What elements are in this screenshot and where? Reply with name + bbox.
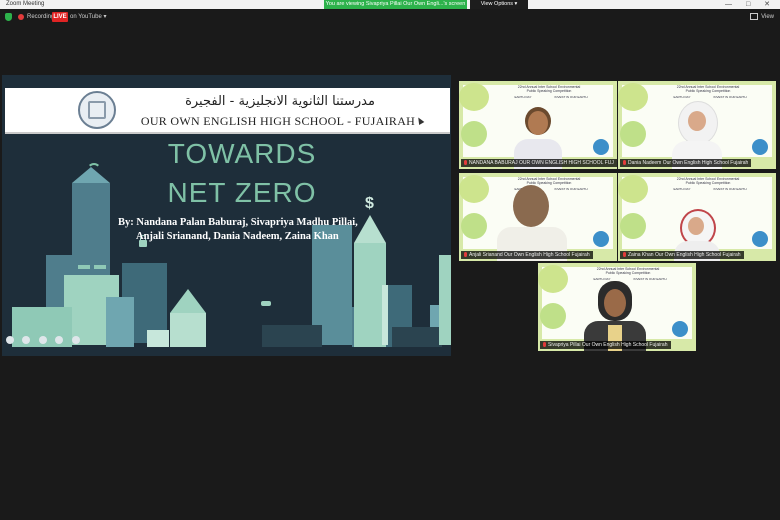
wifi-icon <box>87 163 101 177</box>
window-controls[interactable]: — □ ✕ <box>725 0 776 9</box>
earth-icon <box>752 139 768 155</box>
tile-subhead-left: EARTH DAY <box>514 95 532 99</box>
tile-subhead-left: EARTH DAY <box>673 95 691 99</box>
tile-header-line2: Public Speaking Competition <box>685 181 731 185</box>
prev-slide-icon[interactable] <box>6 336 14 344</box>
mic-muted-icon <box>623 160 626 166</box>
slide-title-line-1: TOWARDS <box>167 138 317 169</box>
view-options-button[interactable]: View Options ▾ <box>470 0 528 9</box>
tile-subhead-right: INVEST IN OUR EARTH <box>633 277 667 281</box>
more-options-icon[interactable] <box>71 336 80 344</box>
participant-name: NANDANA BABURAJ OUR OWN ENGLISH HIGH SCH… <box>461 159 617 167</box>
slides-icon[interactable] <box>38 336 47 344</box>
earth-icon <box>593 231 609 247</box>
drone-icon <box>261 301 271 306</box>
tile-subhead-right: INVEST IN OUR EARTH <box>554 187 588 191</box>
mic-muted-icon <box>464 160 467 166</box>
city-skyline-illustration <box>12 167 451 347</box>
tile-subhead-right: INVEST IN OUR EARTH <box>713 95 747 99</box>
grid-icon <box>750 12 759 20</box>
tile-subhead-right: INVEST IN OUR EARTH <box>713 187 747 191</box>
viewing-screen-banner: You are viewing Sivapriya Pillai Our Own… <box>324 0 467 9</box>
view-button[interactable]: View <box>750 12 774 22</box>
participant-name: Sivapriya Pillai Our Own English High Sc… <box>540 341 671 349</box>
tile-subhead-left: EARTH DAY <box>673 187 691 191</box>
dollar-icon: $ <box>365 195 374 212</box>
participant-name: Dania Nadeem Our Own English High School… <box>620 159 752 167</box>
view-label: View <box>761 14 774 20</box>
meeting-topbar: Recording LIVE on YouTube ▾ View <box>0 9 780 27</box>
tile-header-line2: Public Speaking Competition <box>605 271 651 275</box>
participant-name: Zaina Khan Our Own English High School F… <box>620 251 744 259</box>
participant-name: Anjali Srianand Our Own English High Sch… <box>461 251 593 259</box>
earth-icon <box>672 321 688 337</box>
participant-tile[interactable]: 22nd Annual Inter School Environmental Pu… <box>617 80 777 170</box>
participant-tile[interactable]: 22nd Annual Inter School Environmental Pu… <box>458 80 618 170</box>
shield-icon[interactable] <box>5 13 12 21</box>
earth-icon <box>752 231 768 247</box>
recording-label[interactable]: Recording <box>27 12 54 22</box>
slide-title-line-2: NET ZERO <box>167 177 317 208</box>
participant-video <box>513 185 549 227</box>
participant-tile[interactable]: 22nd Annual Inter School Environmental Pu… <box>458 172 618 262</box>
mic-muted-icon <box>464 252 467 258</box>
shared-screen: مدرستنا الثانوية الانجليزية - الفجيرة OU… <box>2 75 451 356</box>
slide-authors-line-2: Anjali Srianand, Dania Nadeem, Zaina Kha… <box>136 231 339 242</box>
live-badge: LIVE <box>52 12 68 22</box>
participant-tile[interactable]: 22nd Annual Inter School Environmental Pu… <box>617 172 777 262</box>
window-title: Zoom Meeting <box>6 1 45 7</box>
tile-header-line2: Public Speaking Competition <box>685 89 731 93</box>
mic-muted-icon <box>623 252 626 258</box>
recording-icon <box>18 14 24 20</box>
live-on-youtube-dropdown[interactable]: on YouTube ▾ <box>70 12 107 22</box>
participant-tile[interactable]: 22nd Annual Inter School Environmental Pu… <box>537 262 697 352</box>
slide-authors-line-1: By: Nandana Palan Baburaj, Sivapriya Mad… <box>118 217 358 228</box>
tile-header-line2: Public Speaking Competition <box>526 89 572 93</box>
mic-muted-icon <box>543 342 546 348</box>
earth-icon <box>593 139 609 155</box>
slide-controls <box>6 331 84 344</box>
tile-subhead-right: INVEST IN OUR EARTH <box>554 95 588 99</box>
